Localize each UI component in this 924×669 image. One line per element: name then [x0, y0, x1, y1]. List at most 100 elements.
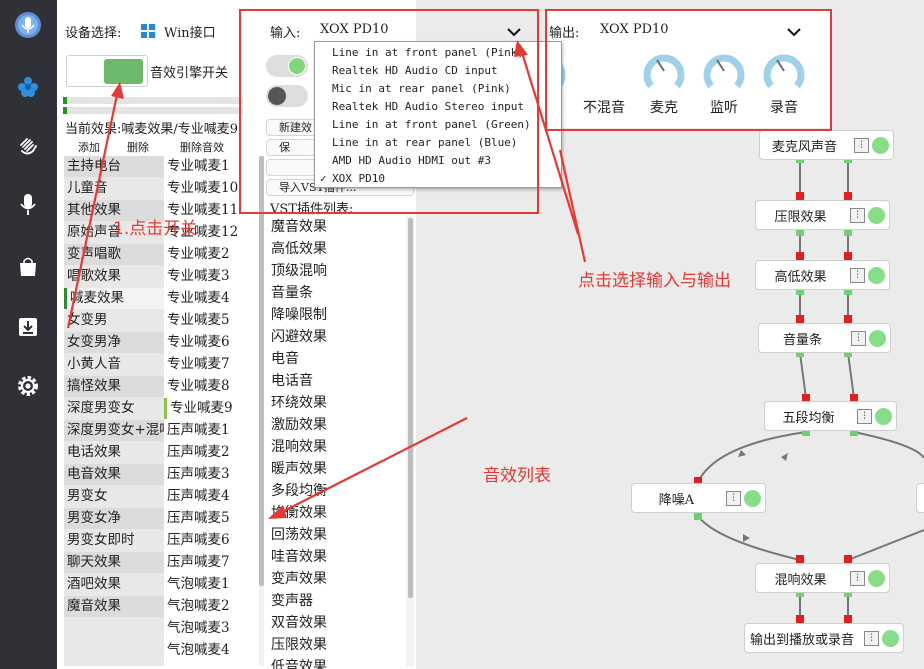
list-item[interactable]: 压声喊麦3 [164, 464, 259, 485]
chain-node-offscreen[interactable] [916, 483, 924, 513]
list-item[interactable]: 男变女净 [64, 508, 164, 529]
chain-node-reverb[interactable]: 混响效果 ⫶ [755, 563, 890, 593]
chain-node-mic[interactable]: 麦克风声音 ⫶ [759, 130, 894, 160]
sliders-icon[interactable]: ⫶ [857, 409, 872, 424]
vst-plugin-item[interactable]: 高低效果 [271, 238, 327, 260]
list-item[interactable]: 压声喊麦2 [164, 442, 259, 463]
sliders-icon[interactable]: ⫶ [726, 491, 741, 506]
vst-plugin-item[interactable]: 电音 [271, 348, 299, 370]
sliders-icon[interactable]: ⫶ [851, 331, 866, 346]
chain-node-eq[interactable]: 五段均衡 ⫶ [764, 401, 897, 431]
gear-icon[interactable] [13, 371, 43, 401]
node-enabled-indicator[interactable] [875, 408, 892, 425]
sliders-icon[interactable]: ⫶ [854, 138, 869, 153]
vst-plugin-item[interactable]: 多段均衡 [271, 480, 327, 502]
delete-button[interactable]: 删除 [127, 139, 149, 155]
list-item[interactable]: 专业喊麦5 [164, 310, 259, 331]
sliders-icon[interactable]: ⫶ [850, 571, 865, 586]
vst-plugin-item[interactable]: 顶级混响 [271, 260, 327, 282]
list-item[interactable]: 专业喊麦8 [164, 376, 259, 397]
vst-plugin-item[interactable]: 双音效果 [271, 612, 327, 634]
vst-plugin-item[interactable]: 闪避效果 [271, 326, 327, 348]
vst-plugin-item[interactable]: 音量条 [271, 282, 313, 304]
list-item[interactable]: 电音效果 [64, 464, 164, 485]
list-item[interactable]: 女变男 [64, 310, 164, 331]
sliders-icon[interactable]: ⫶ [864, 631, 879, 646]
effects-flower-icon[interactable] [13, 72, 43, 102]
list-item[interactable]: 压声喊麦4 [164, 486, 259, 507]
vst-plugin-item[interactable]: 哇音效果 [271, 546, 327, 568]
list-item[interactable]: 小黄人音 [64, 354, 164, 375]
list-item[interactable]: 深度男变女+混响 [64, 420, 164, 441]
vst-plugin-item[interactable]: 变声器 [271, 590, 313, 612]
add-button[interactable]: 添加 [78, 139, 100, 155]
list-item[interactable]: 专业喊麦7 [164, 354, 259, 375]
vst-plugin-item[interactable]: 压限效果 [271, 634, 327, 656]
vst-plugin-item[interactable]: 魔音效果 [271, 216, 327, 238]
list-item[interactable]: 专业喊麦3 [164, 266, 259, 287]
sliders-icon[interactable]: ⫶ [850, 208, 865, 223]
node-enabled-indicator[interactable] [868, 570, 885, 587]
list-item[interactable]: 变声唱歌 [64, 244, 164, 265]
vst-plugin-item[interactable]: 降噪限制 [271, 304, 327, 326]
download-icon[interactable] [13, 312, 43, 342]
list-item[interactable]: 专业喊麦4 [164, 288, 259, 309]
delete-effect-button[interactable]: 删除音效 [180, 139, 224, 155]
list-item[interactable]: 男变女 [64, 486, 164, 507]
microphone-logo-icon[interactable] [13, 10, 43, 40]
node-enabled-indicator[interactable] [868, 207, 885, 224]
vst-plugin-item[interactable]: 环绕效果 [271, 392, 327, 414]
chain-node-limiter[interactable]: 压限效果 ⫶ [755, 200, 890, 230]
node-enabled-indicator[interactable] [882, 630, 899, 647]
engine-toggle[interactable] [66, 55, 148, 87]
list-item[interactable]: 专业喊麦2 [164, 244, 259, 265]
preset-scrollbar[interactable] [259, 156, 264, 666]
list-item[interactable]: 主持电台 [64, 156, 164, 177]
sliders-icon[interactable]: ⫶ [850, 268, 865, 283]
list-item[interactable]: 专业喊麦9 [164, 398, 259, 419]
list-item[interactable]: 酒吧效果 [64, 574, 164, 595]
vst-plugin-item[interactable]: 混响效果 [271, 436, 327, 458]
annotation-effect-list: 音效列表 [483, 466, 551, 486]
list-item[interactable]: 儿童音 [64, 178, 164, 199]
chain-node-output[interactable]: 输出到播放或录音 ⫶ [744, 623, 904, 653]
chain-node-volume[interactable]: 音量条 ⫶ [758, 323, 891, 353]
vst-plugin-item[interactable]: 低音效果 [271, 656, 327, 669]
node-enabled-indicator[interactable] [872, 137, 889, 154]
list-item[interactable]: 魔音效果 [64, 596, 164, 617]
vst-plugin-item[interactable]: 电话音 [271, 370, 313, 392]
list-item[interactable]: 压声喊麦7 [164, 552, 259, 573]
hand-icon[interactable] [13, 130, 43, 160]
list-item[interactable]: 男变女即时 [64, 530, 164, 551]
vst-plugin-item[interactable]: 回荡效果 [271, 524, 327, 546]
list-item[interactable]: 气泡喊麦4 [164, 640, 259, 661]
vst-plugin-item[interactable]: 均衡效果 [271, 502, 327, 524]
list-item[interactable]: 女变男净 [64, 332, 164, 353]
microphone-icon[interactable] [13, 190, 43, 220]
vst-plugin-item[interactable]: 变声效果 [271, 568, 327, 590]
shopping-bag-icon[interactable] [13, 252, 43, 282]
vst-scrollbar[interactable] [406, 216, 414, 666]
list-item[interactable]: 专业喊麦6 [164, 332, 259, 353]
node-enabled-indicator[interactable] [868, 267, 885, 284]
list-item[interactable]: 深度男变女 [64, 398, 164, 419]
list-item[interactable]: 唱歌效果 [64, 266, 164, 287]
node-enabled-indicator[interactable] [744, 490, 761, 507]
list-item[interactable]: 电话效果 [64, 442, 164, 463]
node-enabled-indicator[interactable] [869, 330, 886, 347]
list-item[interactable]: 搞怪效果 [64, 376, 164, 397]
list-item[interactable]: 压声喊麦6 [164, 530, 259, 551]
chain-node-denoise[interactable]: 降噪A ⫶ [631, 483, 766, 513]
engine-label: 音效引擎开关 [150, 66, 229, 81]
device-select[interactable]: Win接口 [164, 22, 216, 41]
list-item[interactable]: 气泡喊麦2 [164, 596, 259, 617]
list-item[interactable]: 气泡喊麦1 [164, 574, 259, 595]
list-item[interactable]: 压声喊麦1 [164, 420, 259, 441]
list-item[interactable]: 喊麦效果 [64, 288, 164, 309]
list-item[interactable]: 压声喊麦5 [164, 508, 259, 529]
chain-node-highlow[interactable]: 高低效果 ⫶ [755, 260, 890, 290]
vst-plugin-item[interactable]: 激励效果 [271, 414, 327, 436]
list-item[interactable]: 气泡喊麦3 [164, 618, 259, 639]
list-item[interactable]: 聊天效果 [64, 552, 164, 573]
vst-plugin-item[interactable]: 暖声效果 [271, 458, 327, 480]
